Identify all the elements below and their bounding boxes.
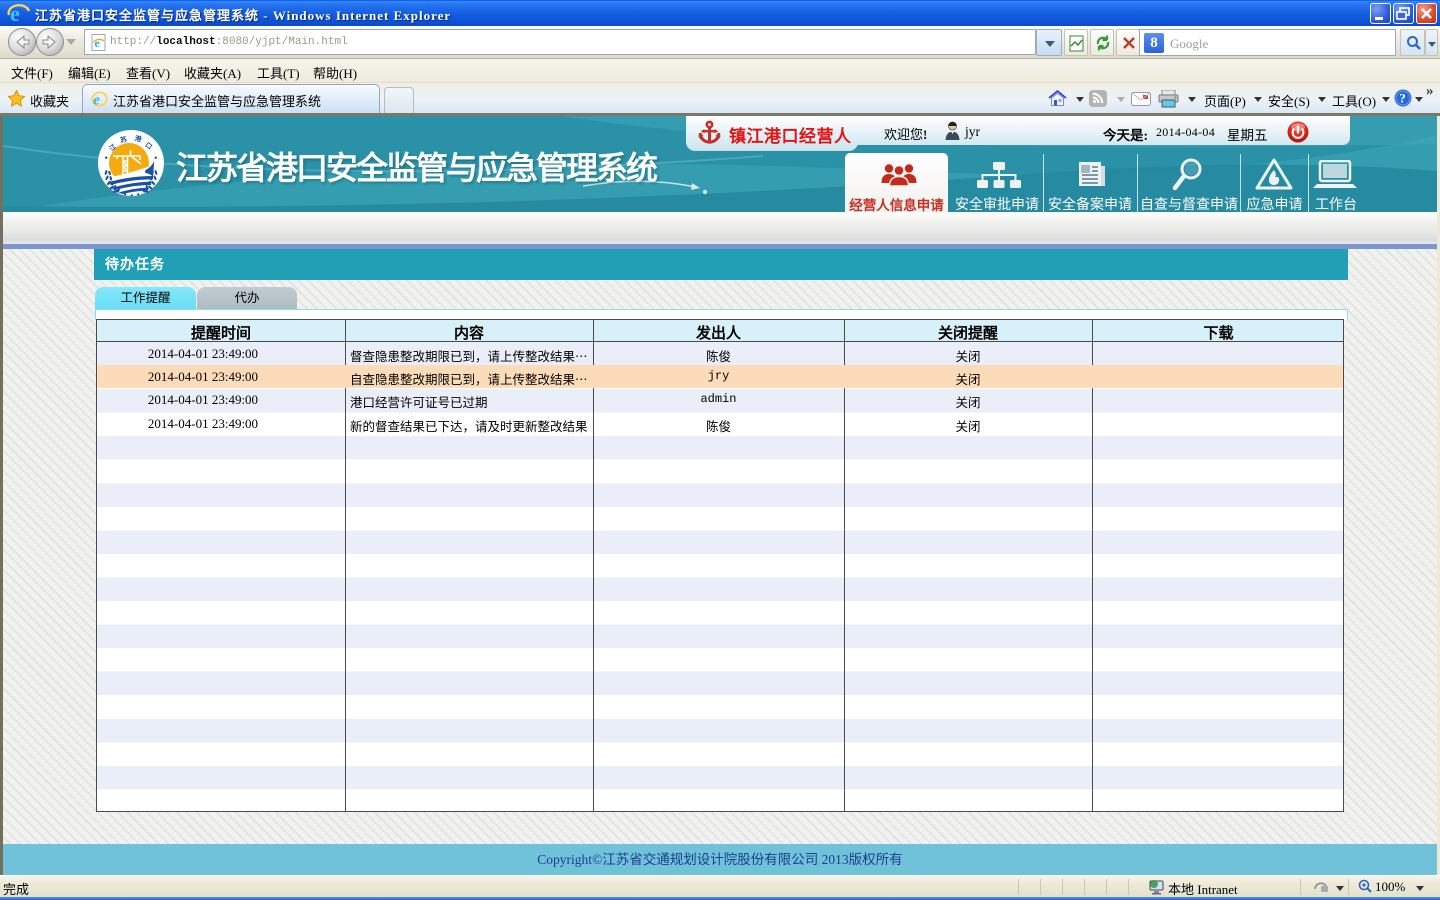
svg-text:e: e: [93, 93, 100, 108]
svg-text:e: e: [95, 36, 101, 50]
svg-text:?: ?: [1399, 91, 1406, 106]
